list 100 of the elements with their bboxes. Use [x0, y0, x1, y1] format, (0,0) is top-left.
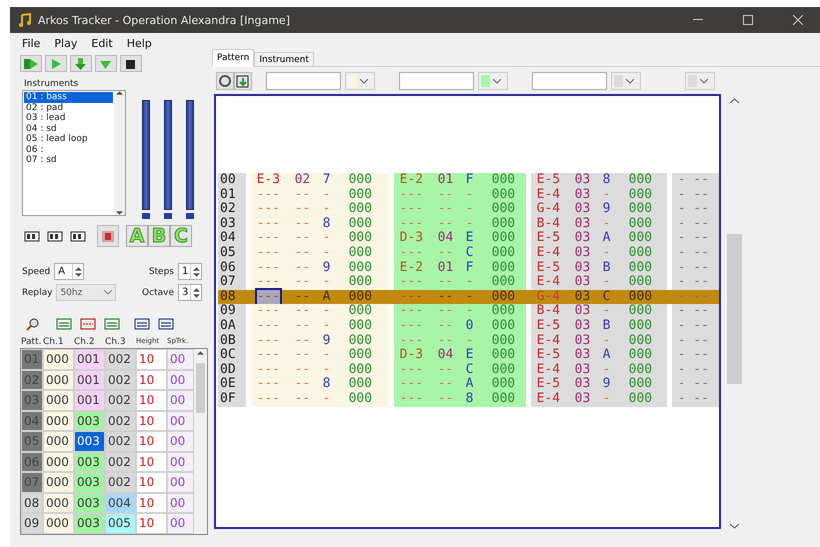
table-cell[interactable]: 10 — [136, 390, 167, 410]
note-cell[interactable]: E-5 — [536, 173, 560, 188]
instrument-cell[interactable]: 03 — [574, 362, 590, 378]
effect-cell[interactable]: 000 — [492, 348, 516, 363]
effect-cell[interactable]: 000 — [628, 318, 652, 334]
volume-cell[interactable]: - — [602, 246, 610, 261]
effect-cell[interactable]: 000 — [348, 377, 372, 392]
volume-cell[interactable]: B — [602, 260, 610, 276]
table-cell[interactable]: 000 — [43, 370, 74, 390]
note-cell[interactable]: E-2 — [400, 260, 424, 276]
volume-cell[interactable]: A — [602, 231, 610, 246]
note-cell[interactable]: --- — [256, 246, 280, 261]
volume-cell[interactable]: 8 — [322, 216, 330, 232]
volume-cell[interactable]: - — [322, 304, 330, 319]
instrument-cell[interactable]: -- — [294, 377, 310, 392]
volume-cell[interactable]: - — [602, 275, 610, 290]
instrument-cell[interactable]: 01 — [438, 173, 454, 188]
table-cell[interactable]: 000 — [43, 513, 74, 534]
table-cell[interactable]: 09 — [21, 513, 43, 534]
effect-cell[interactable]: 000 — [348, 392, 372, 406]
effect-cell[interactable]: 000 — [492, 231, 516, 246]
volume-cell[interactable]: - — [602, 188, 610, 202]
pattern-row[interactable]: 04 --- -- - 000 D-3 04 E 000 E-5 03 A 000 - -- — [218, 231, 719, 246]
volume-cell[interactable]: 8 — [322, 377, 330, 392]
effect-cell[interactable]: 000 — [628, 392, 652, 406]
table-cell[interactable]: 002 — [105, 410, 136, 431]
menu-item[interactable]: Edit — [91, 36, 113, 50]
volume-cell[interactable]: - — [602, 362, 610, 378]
volume-cell[interactable]: E — [466, 348, 474, 363]
volume-cell[interactable]: F — [466, 260, 474, 276]
table-cell[interactable]: 003 — [74, 472, 105, 492]
table-cell[interactable]: 002 — [105, 431, 136, 452]
table-cell[interactable]: 000 — [43, 472, 74, 492]
volume-cell[interactable]: - — [602, 216, 610, 232]
note-cell[interactable]: E-4 — [536, 392, 560, 406]
table-cell[interactable]: 005 — [105, 513, 136, 534]
note-cell[interactable]: E-4 — [536, 188, 560, 202]
effect-cell[interactable]: 000 — [628, 377, 652, 392]
effect-cell[interactable]: 000 — [628, 304, 652, 319]
effect-cell[interactable]: 000 — [348, 362, 372, 378]
table-cell[interactable]: 002 — [105, 390, 136, 410]
instrument-cell[interactable]: 03 — [574, 260, 590, 276]
instrument-cell[interactable]: 03 — [574, 377, 590, 392]
tab[interactable]: Instrument — [254, 52, 314, 67]
note-cell[interactable]: --- — [256, 304, 280, 319]
pattern-row[interactable]: 01 --- -- - 000 --- -- - 000 E-4 03 - 000 - -- — [218, 188, 719, 202]
pattern-row[interactable]: 00 E-3 02 7 000 E-2 01 F 000 E-5 03 8 000 - -- — [218, 173, 719, 188]
note-cell[interactable]: --- — [256, 202, 280, 217]
note-cell[interactable]: --- — [400, 216, 424, 232]
note-cell[interactable]: E-4 — [536, 334, 560, 348]
volume-cell[interactable]: - — [322, 202, 330, 217]
color-dropdown[interactable] — [611, 72, 641, 90]
volume-cell[interactable]: 0 — [466, 318, 474, 334]
effect-cell[interactable]: 000 — [628, 173, 652, 188]
instrument-cell[interactable]: -- — [438, 202, 454, 217]
instrument-cell[interactable]: -- — [294, 290, 310, 304]
note-cell[interactable]: D-3 — [400, 348, 424, 363]
pattern-row[interactable]: 09 --- -- - 000 --- -- - 000 B-4 03 - 000 - -- — [218, 304, 719, 319]
effect-cell[interactable]: 000 — [348, 231, 372, 246]
volume-cell[interactable]: - — [322, 392, 330, 406]
note-cell[interactable]: --- — [256, 392, 280, 406]
volume-cell[interactable]: - — [466, 216, 474, 232]
pattern-editor[interactable] — [214, 94, 721, 529]
instrument-cell[interactable]: 03 — [574, 202, 590, 217]
table-cell[interactable]: 00 — [167, 472, 194, 492]
record-button[interactable] — [97, 225, 119, 247]
note-cell[interactable]: --- — [256, 275, 280, 290]
volume-cell[interactable]: - — [466, 334, 474, 348]
track-cell[interactable]: - -- — [672, 377, 719, 392]
instrument-list[interactable]: 01 : bass 02 : pad 03 : lead 04 : sd 05 : lead loop 06 : 07 : sd — [22, 90, 126, 216]
instrument-cell[interactable]: -- — [438, 377, 454, 392]
effect-cell[interactable]: 000 — [348, 348, 372, 363]
instrument-cell[interactable]: -- — [438, 304, 454, 319]
track-cell[interactable]: - -- — [672, 275, 719, 290]
pattern-row[interactable]: 0F --- -- - 000 --- -- 8 000 E-4 03 - 000 - -- — [218, 392, 719, 406]
table-cell[interactable]: 001 — [74, 349, 105, 370]
table-cell[interactable]: 10 — [136, 370, 167, 390]
volume-cell[interactable]: A — [602, 348, 610, 363]
track-cell[interactable]: - -- — [672, 173, 719, 188]
instrument-cell[interactable]: -- — [294, 362, 310, 378]
effect-cell[interactable]: 000 — [492, 275, 516, 290]
table-cell[interactable]: 001 — [74, 390, 105, 410]
instrument-cell[interactable]: -- — [294, 216, 310, 232]
effect-cell[interactable]: 000 — [348, 304, 372, 319]
note-cell[interactable]: --- — [256, 348, 280, 363]
note-cell[interactable]: --- — [256, 362, 280, 378]
instrument-cell[interactable]: -- — [438, 216, 454, 232]
volume-cell[interactable]: A — [322, 290, 330, 304]
effect-cell[interactable]: 000 — [348, 246, 372, 261]
note-cell[interactable]: E-3 — [256, 173, 280, 188]
table-cell[interactable]: 000 — [43, 349, 74, 370]
volume-cell[interactable]: - — [322, 231, 330, 246]
instrument-cell[interactable]: 04 — [438, 231, 454, 246]
effect-cell[interactable]: 000 — [628, 231, 652, 246]
list-item[interactable]: 01 : bass — [24, 92, 113, 102]
instrument-cell[interactable]: -- — [438, 188, 454, 202]
menu-item[interactable]: File — [22, 36, 40, 50]
effect-cell[interactable]: 000 — [628, 216, 652, 232]
volume-cell[interactable]: 7 — [322, 173, 330, 188]
note-cell[interactable]: B-4 — [536, 304, 560, 319]
